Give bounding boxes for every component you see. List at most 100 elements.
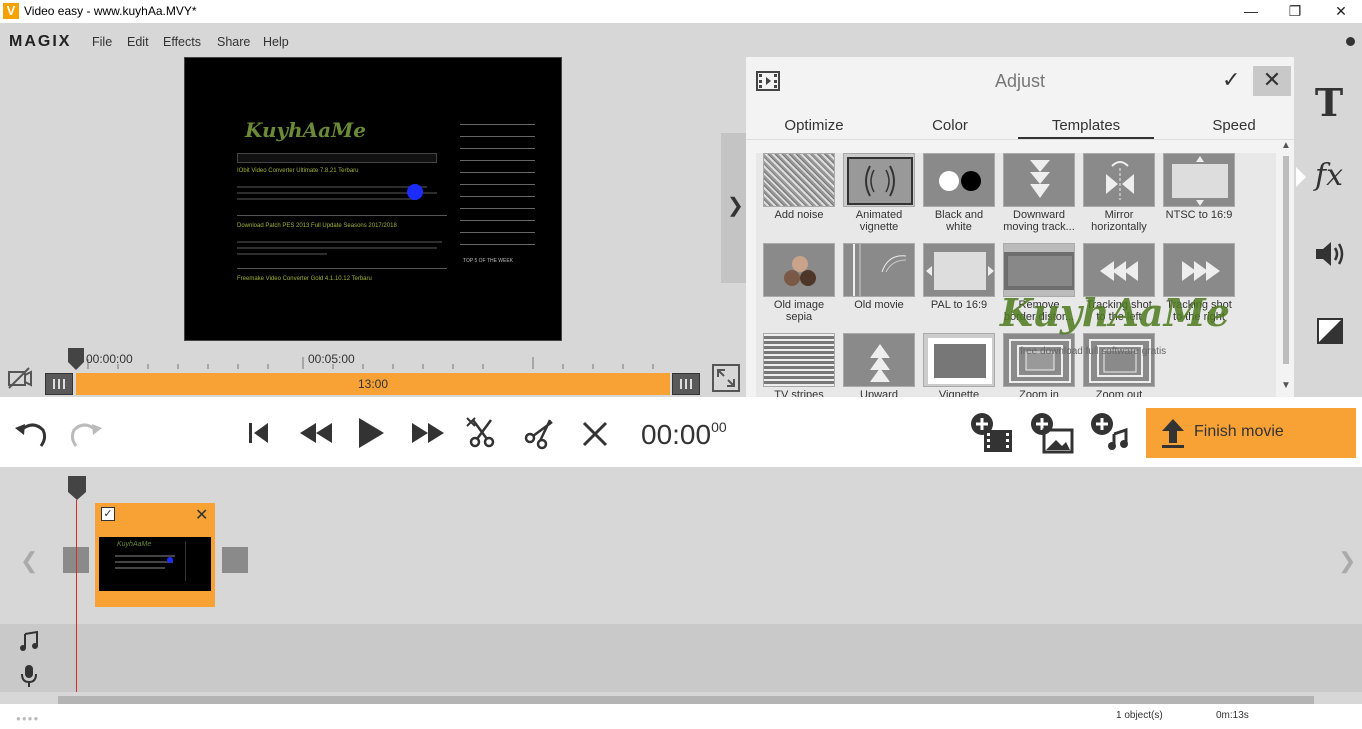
menu-effects[interactable]: Effects	[163, 35, 201, 49]
templates-grid: Add noise Animated vignette Black and whit…	[756, 153, 1276, 397]
fast-forward-icon[interactable]	[410, 421, 446, 445]
upload-arrow-icon	[1162, 419, 1184, 448]
template-old-movie[interactable]: Old movie	[842, 243, 916, 311]
template-label: Upward	[860, 389, 898, 397]
template-label: Black and white	[934, 209, 984, 233]
minimize-button[interactable]: —	[1228, 0, 1274, 23]
close-window-button[interactable]: ✕	[1318, 0, 1362, 23]
downward-thumb	[1003, 153, 1075, 207]
template-mirror-horizontally[interactable]: Mirror horizontally	[1082, 153, 1156, 233]
menu-file[interactable]: File	[92, 35, 112, 49]
menu-share[interactable]: Share	[217, 35, 250, 49]
sepia-thumb	[763, 243, 835, 297]
watermark-logo: KuyhAaMe	[1000, 290, 1230, 335]
finish-movie-button[interactable]: Finish movie	[1146, 408, 1356, 458]
template-pal-16-9[interactable]: PAL to 16:9	[922, 243, 996, 311]
app-icon: V	[3, 3, 19, 19]
collapse-panel-tab[interactable]: ❯	[721, 133, 746, 283]
skip-back-icon[interactable]	[246, 420, 272, 446]
ruler-label-mid: 00:05:00	[308, 352, 355, 366]
template-downward-moving[interactable]: Downward moving track...	[1002, 153, 1076, 233]
template-label: PAL to 16:9	[930, 299, 988, 311]
timeline-playhead-line	[76, 500, 77, 692]
preview-post-title: Download Patch PES 2013 Full Update Seas…	[237, 223, 397, 229]
template-add-noise[interactable]: Add noise	[762, 153, 836, 221]
cursor-highlight	[407, 184, 423, 200]
add-video-icon[interactable]	[970, 412, 1014, 454]
status-object-count: 1 object(s)	[1116, 710, 1163, 721]
template-label: NTSC to 16:9	[1165, 209, 1233, 221]
menu-edit[interactable]: Edit	[127, 35, 149, 49]
play-icon[interactable]	[356, 416, 386, 450]
noise-thumb	[763, 153, 835, 207]
video-preview[interactable]: KuyhAaMe IObit Video Converter Ultimate …	[184, 57, 562, 341]
templates-scrollbar[interactable]: ▲ ▼	[1280, 140, 1291, 392]
template-animated-vignette[interactable]: Animated vignette	[842, 153, 916, 233]
preview-playhead-icon[interactable]	[66, 348, 86, 370]
video-clip[interactable]: ✓ ✕ KuyhAaMe	[95, 503, 215, 607]
rewind-icon[interactable]	[298, 421, 334, 445]
fx-icon[interactable]: fx	[1311, 158, 1347, 194]
audio-track[interactable]	[0, 624, 1362, 692]
text-icon[interactable]: T	[1311, 84, 1347, 122]
magix-logo: MAGIX	[9, 33, 72, 50]
tab-divider	[746, 139, 1294, 140]
trim-handle-right[interactable]	[672, 373, 700, 395]
delete-x-icon[interactable]	[580, 419, 610, 449]
tab-optimize[interactable]: Optimize	[766, 117, 862, 139]
panel-close-icon[interactable]: ✕	[1253, 66, 1291, 96]
ruler-label-start: 00:00:00	[86, 352, 133, 366]
scroll-down-icon[interactable]: ▼	[1281, 380, 1291, 391]
template-upward[interactable]: Upward	[842, 333, 916, 397]
status-dots-icon: ●●●●	[16, 714, 40, 723]
preview-sidebar-line	[460, 232, 535, 233]
fullscreen-icon[interactable]	[712, 364, 740, 392]
template-zoom-in[interactable]: Zoom in	[1002, 333, 1076, 397]
template-label: Add noise	[774, 209, 824, 221]
timeline-playhead-icon[interactable]	[67, 476, 87, 500]
preview-sidebar-heading: TOP 5 OF THE WEEK	[463, 258, 514, 264]
volume-icon[interactable]	[1313, 238, 1347, 270]
add-photo-icon[interactable]	[1030, 412, 1074, 454]
add-music-icon[interactable]	[1090, 412, 1134, 454]
template-label: Mirror horizontally	[1091, 209, 1147, 233]
contrast-icon[interactable]	[1317, 318, 1343, 344]
clip-thumb-line	[115, 555, 175, 557]
clip-handle-right[interactable]	[222, 547, 248, 573]
scroll-right-icon[interactable]: ❯	[1338, 548, 1356, 574]
clip-checkbox[interactable]: ✓	[101, 507, 115, 521]
tab-speed[interactable]: Speed	[1186, 117, 1282, 139]
split-scissors-icon[interactable]	[522, 416, 556, 450]
cut-remove-scissors-icon[interactable]	[465, 416, 499, 450]
preview-text-line	[237, 253, 327, 255]
template-vignette[interactable]: Vignette	[922, 333, 996, 397]
panel-title: Adjust	[994, 71, 1046, 91]
timeline-horizontal-scrollbar[interactable]	[58, 696, 1314, 704]
scroll-up-icon[interactable]: ▲	[1281, 140, 1291, 151]
scroll-left-icon[interactable]: ❮	[20, 548, 38, 574]
template-label: Zoom out	[1095, 389, 1143, 397]
tab-color[interactable]: Color	[902, 117, 998, 139]
hide-video-icon[interactable]	[7, 366, 33, 390]
tracking-left-thumb	[1083, 243, 1155, 297]
clip-thumbnail: KuyhAaMe	[99, 537, 211, 591]
apply-check-icon[interactable]: ✓	[1222, 67, 1242, 93]
scrollbar-thumb[interactable]	[1283, 156, 1289, 364]
template-zoom-out[interactable]: Zoom out	[1082, 333, 1156, 397]
menu-help[interactable]: Help	[263, 35, 289, 49]
trim-handle-left[interactable]	[45, 373, 73, 395]
time-ruler[interactable]	[80, 355, 670, 369]
template-label: TV stripes	[774, 389, 824, 397]
maximize-button[interactable]: ❐	[1272, 0, 1318, 23]
tab-templates[interactable]: Templates	[1018, 117, 1154, 139]
template-ntsc-16-9[interactable]: NTSC to 16:9	[1162, 153, 1236, 221]
preview-sidebar-line	[460, 172, 535, 173]
template-black-and-white[interactable]: Black and white	[922, 153, 996, 233]
clip-remove-icon[interactable]: ✕	[195, 505, 208, 525]
vignette-static-thumb	[923, 333, 995, 387]
template-old-image-sepia[interactable]: Old image sepia	[762, 243, 836, 323]
preview-site-title: KuyhAaMe	[245, 118, 366, 142]
trim-range-bar[interactable]: 13:00	[76, 373, 670, 395]
undo-icon[interactable]	[13, 418, 49, 450]
template-tv-stripes[interactable]: TV stripes	[762, 333, 836, 397]
